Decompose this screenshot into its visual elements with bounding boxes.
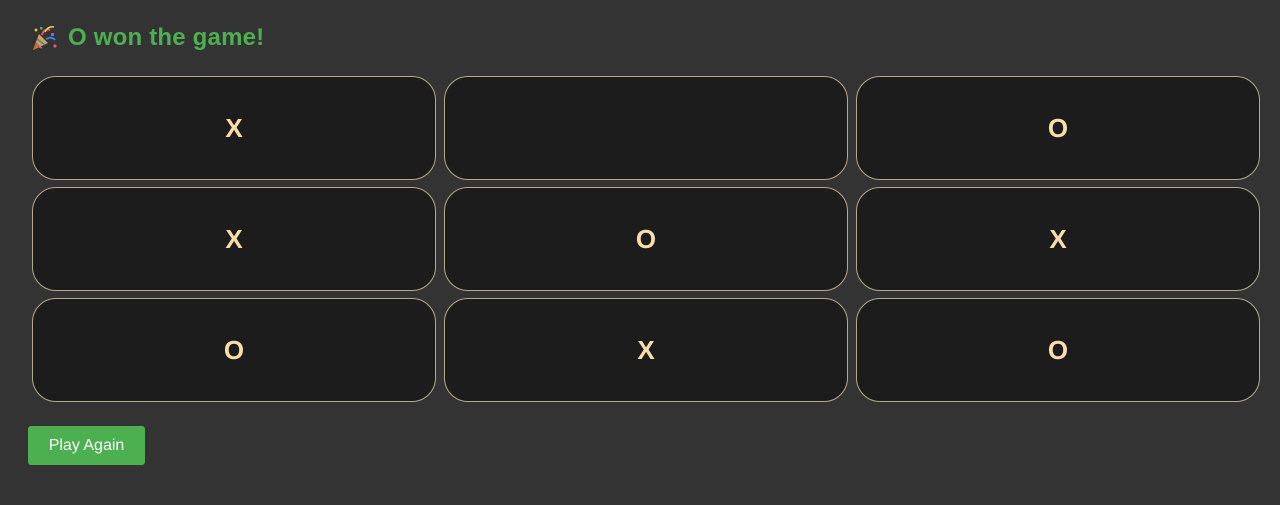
board-cell-r2c2[interactable]: O: [444, 187, 848, 291]
board-cell-r1c3[interactable]: O: [856, 76, 1260, 180]
board-cell-r1c1[interactable]: X: [32, 76, 436, 180]
board-cell-r2c1[interactable]: X: [32, 187, 436, 291]
status-message: O won the game!: [68, 24, 265, 51]
party-popper-icon: [30, 24, 58, 52]
game-status: O won the game!: [30, 24, 264, 52]
board-cell-r3c1[interactable]: O: [32, 298, 436, 402]
game-board: X O X O X O X O: [32, 76, 1260, 402]
board-cell-r3c2[interactable]: X: [444, 298, 848, 402]
board-cell-r2c3[interactable]: X: [856, 187, 1260, 291]
board-cell-r1c2[interactable]: [444, 76, 848, 180]
board-cell-r3c3[interactable]: O: [856, 298, 1260, 402]
play-again-button[interactable]: Play Again: [28, 426, 145, 465]
